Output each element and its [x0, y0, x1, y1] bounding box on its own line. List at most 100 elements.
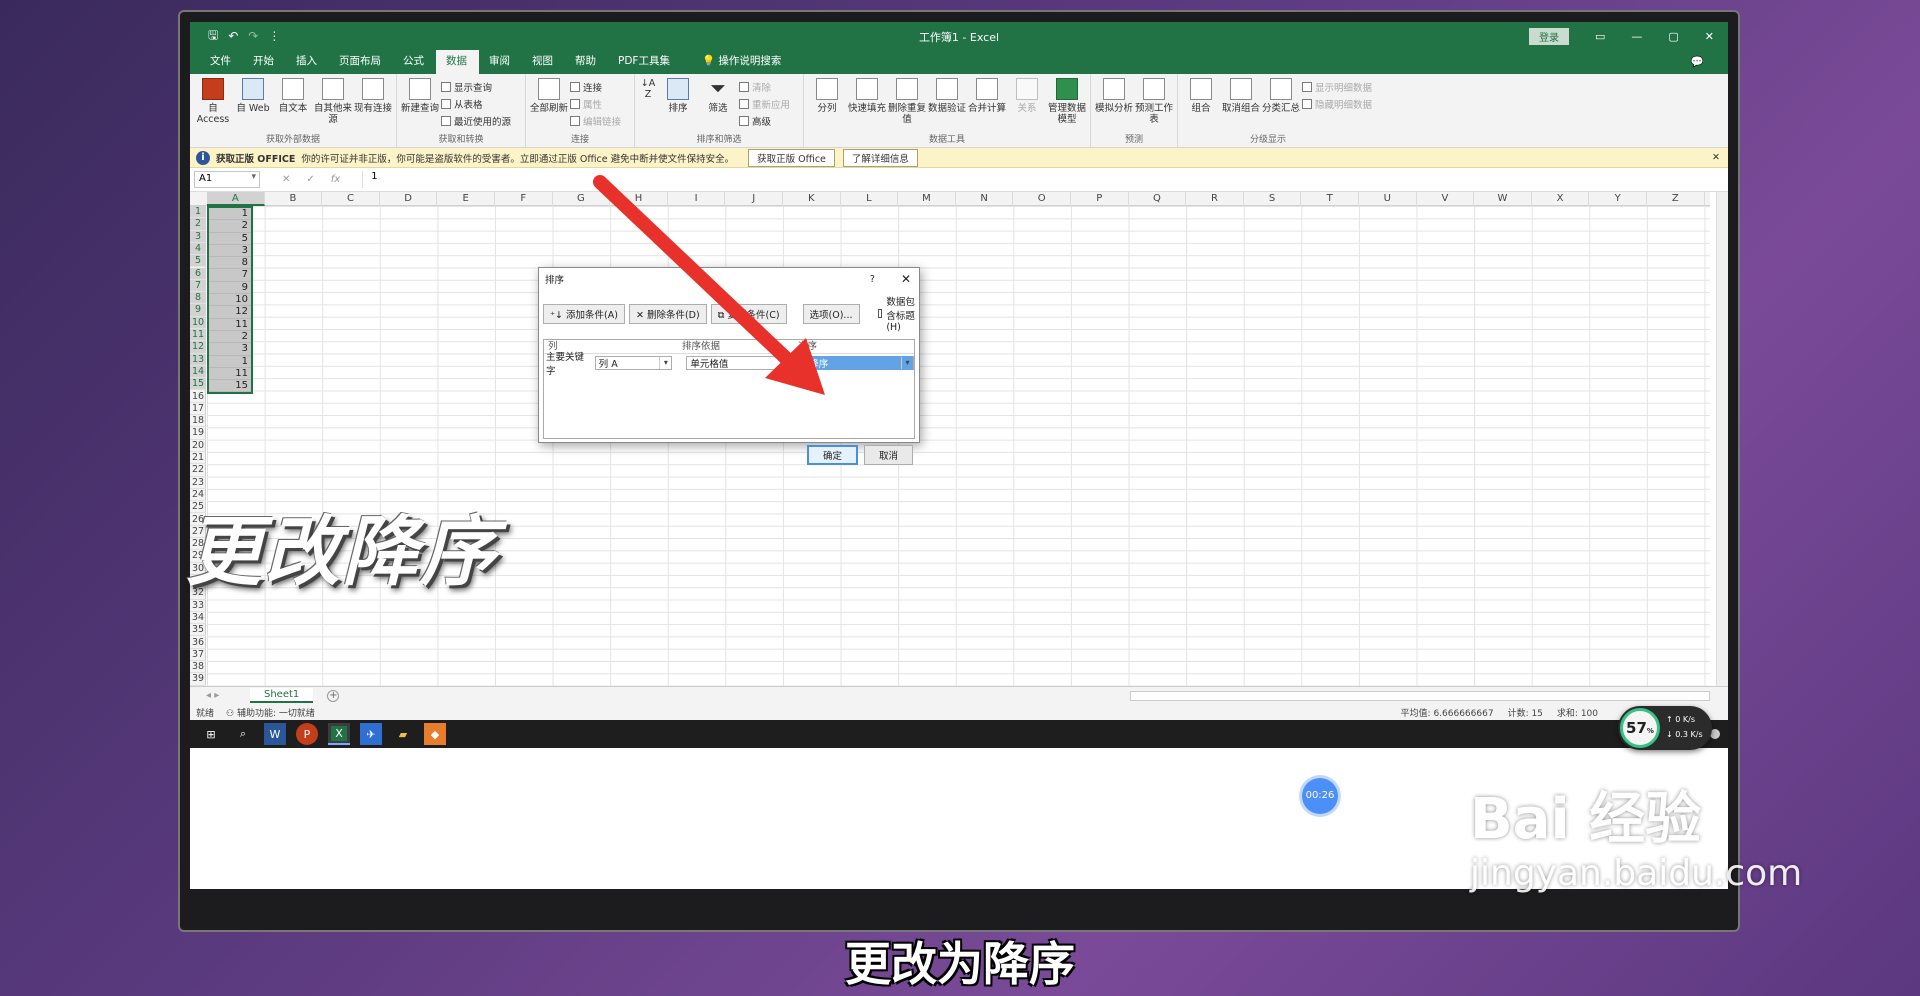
row-header-19[interactable]: 19: [190, 427, 206, 440]
learn-more-button[interactable]: 了解详细信息: [842, 148, 918, 167]
clear-button[interactable]: 清除: [739, 80, 799, 94]
column-header-b[interactable]: B: [265, 192, 323, 206]
column-header-m[interactable]: M: [898, 192, 956, 206]
column-header-y[interactable]: Y: [1589, 192, 1647, 206]
sheet-nav-arrows[interactable]: ◂ ▸: [190, 690, 240, 701]
consolidate-button[interactable]: 合并计算: [968, 78, 1006, 133]
row-header-34[interactable]: 34: [190, 612, 206, 625]
row-header-7[interactable]: 7: [190, 279, 206, 293]
help-icon[interactable]: ?: [870, 274, 875, 285]
new-query-button[interactable]: 新建查询: [401, 78, 439, 133]
forecast-sheet-button[interactable]: 预测工作表: [1135, 78, 1173, 133]
column-header-r[interactable]: R: [1186, 192, 1244, 206]
row-header-36[interactable]: 36: [190, 637, 206, 649]
accessibility-status[interactable]: ⚇ 辅助功能: 一切就绪: [226, 706, 315, 719]
row-header-33[interactable]: 33: [190, 600, 206, 612]
remove-duplicates-button[interactable]: 删除重复值: [888, 78, 926, 133]
from-other-sources-button[interactable]: 自其他来源: [314, 78, 352, 133]
formula-input[interactable]: 1: [362, 171, 1724, 188]
column-header-f[interactable]: F: [495, 192, 553, 206]
row-header-8[interactable]: 8: [190, 292, 206, 305]
get-genuine-button[interactable]: 获取正版 Office: [748, 148, 835, 167]
row-header-37[interactable]: 37: [190, 649, 206, 662]
row-header-38[interactable]: 38: [190, 661, 206, 674]
what-if-button[interactable]: 模拟分析: [1095, 78, 1133, 133]
column-header-s[interactable]: S: [1244, 192, 1302, 206]
cell-a8[interactable]: 10: [209, 294, 251, 307]
tab-pdf-tools[interactable]: PDF工具集: [608, 53, 682, 74]
feishu-icon[interactable]: ✈: [360, 723, 382, 745]
sort-az-button[interactable]: ↓A Z: [639, 78, 657, 133]
row-header-9[interactable]: 9: [190, 304, 206, 317]
column-header-d[interactable]: D: [380, 192, 438, 206]
reapply-button[interactable]: 重新应用: [739, 97, 799, 111]
cell-a2[interactable]: 2: [209, 220, 251, 233]
app-icon[interactable]: ◆: [424, 723, 446, 745]
comments-icon[interactable]: 💬: [1681, 55, 1716, 74]
row-header-14[interactable]: 14: [190, 365, 206, 379]
row-header-35[interactable]: 35: [190, 624, 206, 637]
insert-function-icon[interactable]: fx: [331, 174, 340, 185]
save-icon[interactable]: 🖫: [208, 26, 218, 47]
order-select[interactable]: 降序: [803, 356, 914, 370]
column-header-v[interactable]: V: [1417, 192, 1475, 206]
column-header-j[interactable]: J: [725, 192, 783, 206]
row-header-11[interactable]: 11: [190, 329, 206, 342]
sort-button[interactable]: 排序: [659, 78, 697, 133]
column-header-c[interactable]: C: [322, 192, 380, 206]
tab-insert[interactable]: 插入: [286, 53, 329, 74]
row-header-12[interactable]: 12: [190, 341, 206, 354]
connections-button[interactable]: 连接: [570, 80, 630, 94]
cell-a12[interactable]: 3: [209, 343, 251, 356]
maximize-icon[interactable]: ▢: [1668, 30, 1678, 43]
tab-page-layout[interactable]: 页面布局: [329, 53, 393, 74]
column-header-l[interactable]: L: [841, 192, 899, 206]
ribbon-display-icon[interactable]: ▭: [1595, 30, 1605, 43]
column-header-p[interactable]: P: [1071, 192, 1129, 206]
cell-a14[interactable]: 11: [209, 368, 251, 381]
sheet-tab[interactable]: Sheet1: [250, 688, 314, 703]
header-checkbox[interactable]: 数据包含标题(H): [877, 294, 916, 333]
properties-button[interactable]: 属性: [570, 97, 630, 111]
tab-view[interactable]: 视图: [522, 53, 565, 74]
column-header-a[interactable]: A: [207, 192, 265, 206]
tab-file[interactable]: 文件: [200, 53, 243, 74]
ungroup-button[interactable]: 取消组合: [1222, 78, 1260, 133]
group-button[interactable]: 组合: [1182, 78, 1220, 133]
row-header-21[interactable]: 21: [190, 452, 206, 465]
column-a-selection[interactable]: 1 2 5 3 8 7 9 10 12 11 2 3 1 11 15: [207, 206, 253, 395]
enter-icon[interactable]: ✓: [306, 174, 314, 185]
redo-icon[interactable]: ↷: [248, 29, 258, 43]
column-header-e[interactable]: E: [437, 192, 495, 206]
row-header-18[interactable]: 18: [190, 415, 206, 428]
search-icon[interactable]: ⌕: [232, 723, 254, 745]
column-header-o[interactable]: O: [1013, 192, 1071, 206]
row-header-15[interactable]: 15: [190, 378, 206, 391]
powerpoint-icon[interactable]: P: [296, 723, 318, 745]
options-button[interactable]: 选项(O)...: [802, 303, 860, 324]
from-table-button[interactable]: 从表格: [441, 97, 521, 111]
cell-a6[interactable]: 7: [209, 269, 251, 282]
cancel-icon[interactable]: ✕: [282, 174, 290, 185]
tab-help[interactable]: 帮助: [565, 53, 608, 74]
file-explorer-icon[interactable]: ▰: [392, 723, 414, 745]
recent-sources-button[interactable]: 最近使用的源: [441, 114, 521, 128]
column-header-x[interactable]: X: [1532, 192, 1590, 206]
minimize-icon[interactable]: —: [1631, 30, 1642, 43]
row-header-5[interactable]: 5: [190, 255, 206, 268]
undo-icon[interactable]: ↶: [228, 29, 238, 43]
tab-data[interactable]: 数据: [436, 48, 479, 74]
customize-qat-icon[interactable]: ⋮: [268, 29, 280, 43]
add-level-button[interactable]: ⁺↓ 添加条件(A): [543, 303, 625, 324]
delete-level-button[interactable]: ✕ 删除条件(D): [628, 303, 707, 324]
cell-a1[interactable]: 1: [209, 208, 251, 221]
row-header-22[interactable]: 22: [190, 464, 206, 477]
row-header-10[interactable]: 10: [190, 316, 206, 329]
windows-start-icon[interactable]: ⊞: [200, 723, 222, 745]
cell-a9[interactable]: 12: [209, 306, 251, 319]
name-box[interactable]: A1: [194, 171, 260, 188]
network-speed-gauge[interactable]: 57% ↑ 0 K/s ↓ 0.3 K/s: [1618, 706, 1712, 750]
sort-on-select[interactable]: 单元格值: [686, 356, 794, 370]
row-header-39[interactable]: 39: [190, 673, 206, 686]
flash-fill-button[interactable]: 快速填充: [848, 78, 886, 133]
